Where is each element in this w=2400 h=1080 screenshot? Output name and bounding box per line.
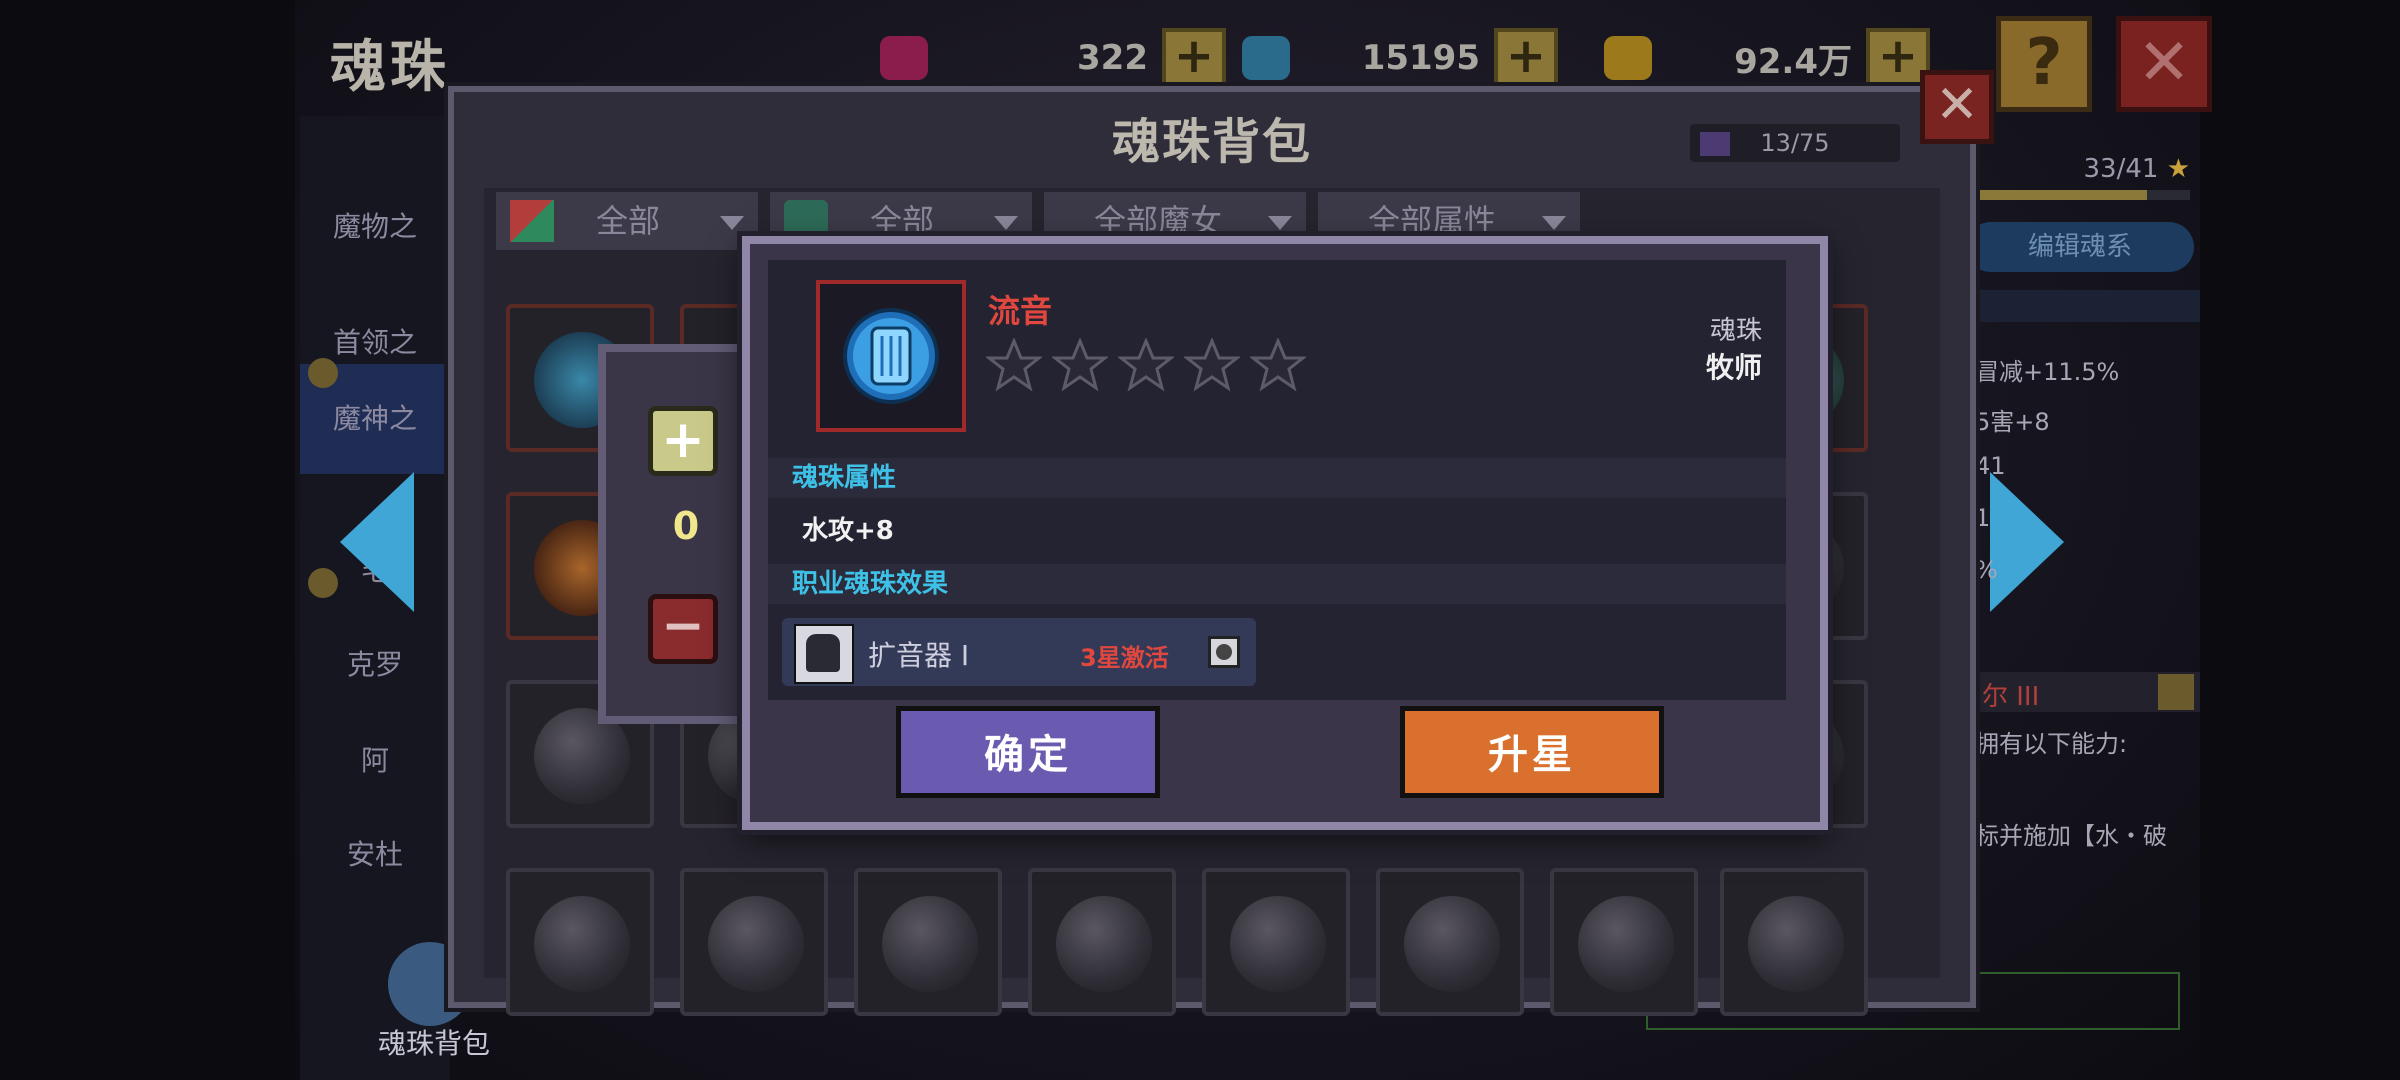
bead-slot[interactable] [854, 868, 1002, 1016]
bead-icon [1578, 896, 1674, 992]
detail-body: 流音 魂珠 牧师 魂珠属性 水攻+8 职业魂珠效果 扩音器 I 3星激活 [768, 260, 1786, 700]
bag-capacity-text: 13/75 [1760, 129, 1830, 157]
currency-amount: 92.4万 [1734, 41, 1852, 82]
effect-card[interactable]: 扩音器 I 3星激活 [782, 618, 1256, 686]
filter-label: 全部魔女 [1094, 202, 1223, 240]
bead-slot[interactable] [1720, 868, 1868, 1016]
skill-title: 尔 III [1982, 682, 2040, 712]
effect-detail-icon-inner [1216, 644, 1232, 660]
bead-slot[interactable] [1550, 868, 1698, 1016]
scroll-bead-icon [843, 308, 939, 404]
effect-status: 3星激活 [1080, 644, 1169, 672]
bead-slot[interactable] [1376, 868, 1524, 1016]
bead-class: 牧师 [1705, 351, 1762, 384]
star-empty-icon [986, 338, 1042, 392]
close-icon: ✕ [1935, 75, 1979, 135]
stat-line: 1 [1975, 504, 1991, 532]
bead-icon [882, 896, 978, 992]
effect-detail-icon[interactable] [1208, 636, 1240, 668]
bag-capacity-icon [1700, 132, 1730, 156]
progress-text: 33/41 [2083, 154, 2159, 184]
confirm-button[interactable]: 确定 [896, 706, 1160, 798]
sidebar-item[interactable]: 克罗 [300, 610, 450, 720]
red-gem-icon [880, 36, 928, 80]
star-rating [986, 338, 1306, 392]
page-title: 魂珠 [330, 35, 450, 100]
question-icon: ? [2025, 26, 2063, 100]
bead-icon [1748, 896, 1844, 992]
stat-header-bar [1976, 290, 2200, 322]
bead-icon [534, 896, 630, 992]
next-arrow-icon[interactable] [1990, 472, 2064, 612]
collection-progress: 33/41 ★ [1976, 154, 2190, 184]
currency-amount: 15195 [1361, 38, 1480, 78]
help-button[interactable]: ? [1996, 16, 2092, 112]
currency-red: 322 + [880, 28, 1226, 88]
star-empty-icon [1184, 338, 1240, 392]
skill-desc: 拥有以下能力: [1975, 730, 2128, 758]
filter-all-icon [510, 200, 554, 242]
prev-arrow-icon[interactable] [340, 472, 414, 612]
attr-section-title: 魂珠属性 [768, 458, 1786, 498]
bag-capacity: 13/75 [1690, 124, 1900, 162]
sidebar-item[interactable]: 魔物之 [300, 172, 450, 282]
filter-label: 全部 [870, 202, 935, 240]
bead-detail-dialog: 流音 魂珠 牧师 魂珠属性 水攻+8 职业魂珠效果 扩音器 I 3星激活 确定 … [742, 236, 1828, 830]
stat-line: 41 [1975, 452, 2006, 480]
skill-desc: 标并施加【水・破 [1975, 822, 2167, 850]
currency-gold: 92.4万 + [1604, 28, 1930, 88]
effect-name: 扩音器 I [868, 639, 970, 672]
filter-label: 全部 [596, 202, 661, 240]
bead-slot[interactable] [506, 868, 654, 1016]
edit-soul-system-button[interactable]: 编辑魂系 [1966, 222, 2194, 272]
filter-label: 全部属性 [1368, 202, 1497, 240]
gold-coin-icon [1604, 36, 1652, 80]
add-blue-gem-button[interactable]: + [1494, 28, 1558, 88]
star-empty-icon [1118, 338, 1174, 392]
close-page-button[interactable]: ✕ [2116, 16, 2212, 112]
bead-slot[interactable] [1202, 868, 1350, 1016]
star-empty-icon [1052, 338, 1108, 392]
bead-slot[interactable] [1028, 868, 1176, 1016]
close-icon: ✕ [2137, 26, 2191, 100]
sidebar-item[interactable]: 安杜 [300, 800, 450, 910]
skill-header: 尔 III [1976, 672, 2200, 712]
avatar-hair [806, 634, 840, 672]
bead-icon [1230, 896, 1326, 992]
progress-fill [1976, 190, 2148, 200]
bead-icon-frame [816, 280, 966, 432]
progress-bar [1976, 190, 2190, 200]
bead-icon [1404, 896, 1500, 992]
bead-name: 流音 [988, 292, 1053, 330]
lock-icon [308, 358, 338, 388]
bead-icon [1056, 896, 1152, 992]
upgrade-star-button[interactable]: 升星 [1400, 706, 1664, 798]
add-red-gem-button[interactable]: + [1162, 28, 1226, 88]
star-empty-icon [1250, 338, 1306, 392]
star-icon: ★ [2166, 154, 2190, 184]
plus-icon: + [661, 410, 705, 470]
info-icon[interactable] [2158, 674, 2194, 710]
lock-icon [308, 568, 338, 598]
stat-line: 5害+8 [1975, 408, 2050, 436]
character-avatar [794, 624, 854, 684]
blue-gem-icon [1242, 36, 1290, 80]
bag-tab-label[interactable]: 魂珠背包 [378, 1022, 490, 1062]
minus-icon: − [661, 596, 705, 656]
increase-button[interactable]: + [648, 406, 718, 476]
decrease-button[interactable]: − [648, 594, 718, 664]
stat-line: % [1975, 556, 1998, 584]
attr-value: 水攻+8 [802, 516, 894, 546]
filter-dropdown[interactable]: 全部 [496, 192, 758, 250]
currency-blue: 15195 + [1242, 28, 1558, 88]
sidebar-item-label: 魔神之 [332, 402, 417, 435]
stat-line: 冒减+11.5% [1975, 358, 2120, 386]
bead-icon [708, 896, 804, 992]
bead-type: 魂珠 [1709, 316, 1762, 346]
effect-section-title: 职业魂珠效果 [768, 564, 1786, 604]
currency-amount: 322 [1077, 38, 1148, 78]
bead-slot[interactable] [680, 868, 828, 1016]
close-bag-button[interactable]: ✕ [1920, 70, 1994, 144]
